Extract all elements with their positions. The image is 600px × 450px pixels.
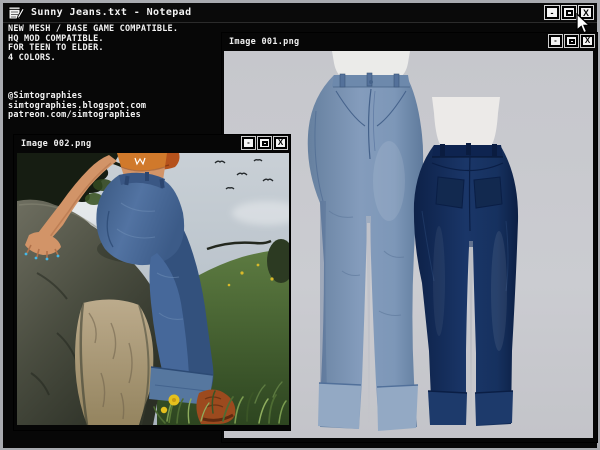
notepad-titlebar[interactable]: Sunny Jeans.txt - Notepad - X [3, 3, 597, 23]
back-pocket [473, 176, 503, 209]
image-002-titlebar[interactable]: Image 002.png - X [14, 135, 290, 152]
notepad-window-title: Sunny Jeans.txt - Notepad [31, 7, 192, 18]
mouse-cursor [576, 13, 591, 34]
notepad-text[interactable]: NEW MESH / BASE GAME COMPATIBLE. HQ MOD … [8, 24, 178, 121]
image-002-minimize-button[interactable]: - [242, 137, 255, 149]
image-001-title: Image 001.png [229, 36, 300, 47]
desktop-frame: Sunny Jeans.txt - Notepad - X NEW MESH /… [0, 0, 600, 450]
mannequin-torso [432, 97, 500, 148]
sim-outdoor-scene [17, 153, 289, 425]
maximize-icon [565, 9, 573, 16]
image-001-titlebar[interactable]: Image 001.png - X [222, 33, 597, 50]
notepad-icon [8, 6, 24, 20]
notepad-maximize-button[interactable] [562, 6, 576, 19]
rolled-cuff [428, 391, 467, 425]
image-001-minimize-button[interactable]: - [549, 35, 562, 47]
image-002-window: Image 002.png - X [13, 134, 291, 431]
rolled-cuff [318, 383, 361, 429]
image-002-photo [17, 153, 289, 425]
image-001-maximize-button[interactable] [565, 35, 578, 47]
blue-nails [24, 252, 28, 256]
notepad-minimize-button[interactable]: - [545, 6, 559, 19]
maximize-icon [568, 38, 575, 44]
image-002-maximize-button[interactable] [258, 137, 271, 149]
jeans-hip-thigh [96, 173, 185, 266]
image-001-close-button[interactable]: X [581, 35, 594, 47]
image-002-title: Image 002.png [21, 138, 92, 149]
image-002-close-button[interactable]: X [274, 137, 287, 149]
back-pocket [435, 176, 465, 209]
rock-face [75, 299, 154, 425]
maximize-icon [261, 140, 268, 146]
